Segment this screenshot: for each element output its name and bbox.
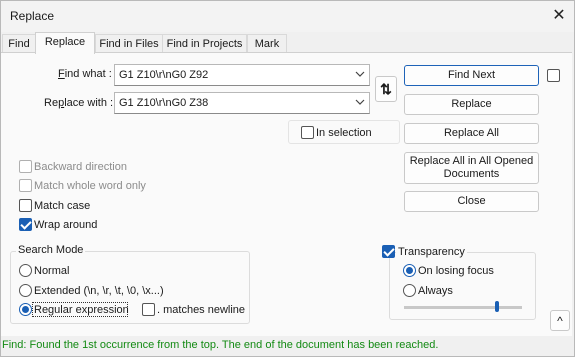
transparency-label: Transparency [396,246,467,258]
match-whole-word-label: Match whole word only [34,180,146,192]
always-label: Always [418,285,453,297]
transparency-slider-track[interactable] [404,306,522,309]
replace-button[interactable]: Replace [404,94,539,115]
wrap-around-checkbox[interactable] [19,218,32,231]
replace-all-button[interactable]: Replace All [404,123,539,144]
tab-find-in-projects[interactable]: Find in Projects [162,34,247,53]
find-next-button[interactable]: Find Next [404,65,539,86]
normal-radio[interactable] [19,264,32,277]
replace-all-opened-button[interactable]: Replace All in All Opened Documents [404,152,539,184]
swap-find-replace-button[interactable]: ⇅ [375,76,397,102]
status-bar: Find: Found the 1st occurrence from the … [1,336,572,355]
dot-matches-newline-checkbox[interactable] [142,303,155,316]
find-next-checkbox[interactable] [547,69,560,82]
match-case-checkbox[interactable] [19,199,32,212]
title-bar: Replace ✕ [1,1,574,32]
replace-with-combo[interactable]: G1 Z10\r\nG0 Z38 [114,92,370,114]
in-selection-label: In selection [316,127,372,139]
on-losing-focus-radio[interactable] [403,264,416,277]
replace-with-label: Replace with : [44,97,114,109]
on-losing-focus-label: On losing focus [418,265,494,277]
wrap-around-label: Wrap around [34,219,98,231]
extended-label: Extended (\n, \r, \t, \0, \x...) [34,285,164,297]
close-icon[interactable]: ✕ [548,5,570,27]
replace-all-opened-line1: Replace All in All Opened [409,155,534,167]
status-text: Find: Found the 1st occurrence from the … [2,339,439,351]
tab-mark[interactable]: Mark [247,34,287,53]
dot-matches-newline-label: . matches newline [157,304,246,316]
replace-all-opened-line2: Documents [443,168,500,180]
extended-radio[interactable] [19,284,32,297]
find-what-label-rest: ind what : [64,68,112,80]
tab-find[interactable]: Find [2,34,36,53]
normal-label: Normal [34,265,70,277]
chevron-up-icon: ^ [557,314,563,328]
replace-with-label-b: lace with : [64,97,114,109]
find-what-combo[interactable]: G1 Z10\r\nG0 Z92 [114,64,370,86]
search-mode-title: Search Mode [16,244,86,256]
replace-with-label-a: Re [44,97,59,109]
match-whole-word-checkbox[interactable] [19,179,32,192]
backward-direction-checkbox[interactable] [19,160,32,173]
transparency-slider-thumb[interactable] [495,301,499,312]
tab-find-in-files[interactable]: Find in Files [95,34,163,53]
regex-label: Regular expression [34,304,129,316]
collapse-button[interactable]: ^ [550,310,570,331]
close-button[interactable]: Close [404,191,539,212]
find-what-value: G1 Z10\r\nG0 Z92 [119,69,209,81]
always-radio[interactable] [403,284,416,297]
match-case-label: Match case [34,200,91,212]
chevron-down-icon[interactable] [355,97,365,107]
window-title: Replace [10,9,55,23]
find-what-label: Find what : [58,68,112,80]
backward-direction-label: Backward direction [34,161,127,173]
transparency-checkbox[interactable] [382,245,395,258]
tab-replace[interactable]: Replace [35,32,95,54]
swap-arrows-icon: ⇅ [380,81,392,97]
regex-radio[interactable] [19,303,32,316]
replace-with-value: G1 Z10\r\nG0 Z38 [119,97,209,109]
chevron-down-icon[interactable] [355,69,365,79]
in-selection-checkbox[interactable] [301,126,314,139]
